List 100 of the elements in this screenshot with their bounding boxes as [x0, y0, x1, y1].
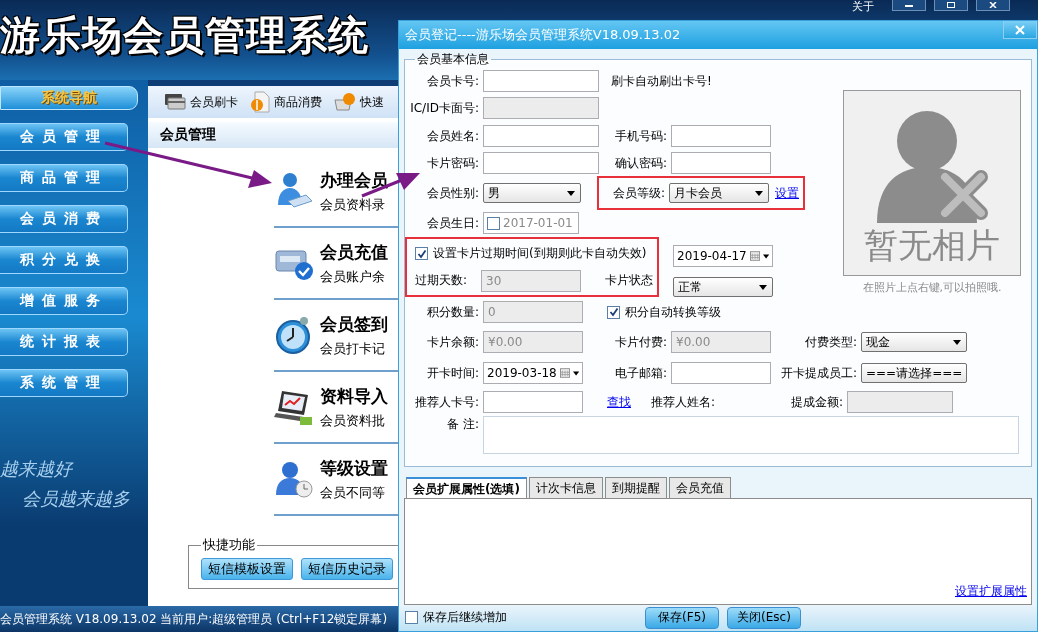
remark-field[interactable] [483, 416, 1019, 454]
quick-button[interactable]: 短信模板设置 [201, 558, 293, 580]
field-label: 会员性别: [425, 184, 479, 202]
toolbar-button[interactable]: 会员刷卡 [164, 93, 238, 111]
nav-button[interactable]: 统计报表 [0, 328, 128, 356]
tab[interactable]: 会员扩展属性(选填) [406, 477, 527, 499]
close-icon [1015, 24, 1025, 35]
minimize-icon [904, 2, 914, 8]
checkmark-icon [416, 248, 427, 259]
field-label: 会员生日: [425, 214, 479, 232]
maximize-icon [946, 2, 956, 8]
toolbar-button[interactable]: 商品消费 [250, 91, 322, 113]
checkmark-icon [608, 307, 619, 317]
no-photo-text: 暂无相片 [864, 224, 1000, 267]
dropdown[interactable]: 现金 [861, 332, 967, 352]
field-label: 会员等级: [611, 184, 665, 202]
field-label: 会员卡号: [425, 72, 479, 90]
field-label: 备 注: [446, 416, 479, 433]
date-picker[interactable]: 2019-03-18 [483, 362, 583, 384]
dialog-button[interactable]: 关闭(Esc) [727, 606, 801, 629]
field-label: 会员姓名: [425, 127, 479, 145]
tab[interactable]: 到期提醒 [604, 477, 667, 499]
settings-link[interactable]: 设置 [775, 184, 799, 202]
function-title[interactable]: 会员签到 [320, 312, 388, 336]
tab[interactable]: 计次卡信息 [528, 477, 603, 499]
close-icon [988, 2, 998, 8]
field-label: 过期天数: [415, 272, 469, 289]
date-picker[interactable]: 2019-04-17 [673, 245, 773, 267]
nav-button[interactable]: 会员管理 [0, 123, 128, 151]
section-header: 会员管理 [148, 122, 398, 148]
field-label: 卡片余额: [425, 333, 479, 351]
field-label: 卡片付费: [613, 333, 667, 351]
checkbox[interactable]: 设置卡片过期时间(到期则此卡自动失效) [415, 245, 647, 262]
hint-text: 刷卡自动刷出卡号! [611, 72, 712, 90]
field-label: 卡片状态 [604, 272, 653, 289]
field-label: 电子邮箱: [613, 364, 667, 382]
function-description: 会员打卡记 [320, 339, 386, 358]
maximize-button[interactable] [934, 0, 968, 11]
input-field[interactable] [483, 125, 599, 147]
user-clock-icon [274, 459, 314, 499]
function-title[interactable]: 资料导入 [320, 384, 388, 408]
function-title[interactable]: 办理会员 [320, 168, 388, 192]
calendar-icon[interactable] [749, 250, 760, 262]
function-description: 会员不同等 [320, 483, 386, 502]
field-label: 手机号码: [613, 127, 667, 145]
calendar-icon[interactable] [559, 367, 570, 379]
minimize-button[interactable] [892, 0, 926, 11]
caret-icon [567, 190, 575, 196]
input-field[interactable] [483, 70, 599, 92]
checkbox[interactable]: 积分自动转换等级 [607, 303, 721, 321]
dropdown[interactable]: ===请选择=== [861, 363, 967, 383]
checkbox[interactable]: 保存后继续增加 [405, 609, 507, 627]
caret-icon [755, 190, 763, 196]
field-label: 付费类型: [803, 333, 857, 351]
field-label: 确认密码: [613, 154, 667, 172]
field-label: 推荐人姓名: [649, 393, 715, 411]
dialog-title: 会员登记----游乐场会员管理系统V18.09.13.02 [405, 26, 681, 44]
field-label: 积分数量: [425, 303, 479, 321]
input-field[interactable] [483, 391, 583, 413]
function-title[interactable]: 会员充值 [320, 240, 388, 264]
basket-icon [334, 92, 356, 112]
nav-button[interactable]: 系统管理 [0, 369, 128, 397]
input-field[interactable] [671, 152, 771, 174]
field-label: 卡片密码: [425, 154, 479, 172]
toolbar-button[interactable]: 快速 [334, 92, 384, 112]
app-title: 游乐场会员管理系统 [0, 11, 369, 60]
nav-header: 系统导航 [0, 86, 138, 110]
caret-icon [572, 370, 579, 376]
function-description: 会员资料录 [320, 195, 386, 214]
group-title: 会员基本信息 [416, 51, 490, 68]
nav-button[interactable]: 积分兑换 [0, 246, 128, 274]
input-field[interactable] [671, 125, 771, 147]
field-label: 开卡提成员工: [779, 364, 857, 382]
dropdown[interactable]: 正常 [673, 277, 773, 297]
caret-icon [759, 284, 767, 290]
tab[interactable]: 会员充值 [668, 477, 731, 499]
caret-icon [762, 253, 769, 259]
input-field[interactable] [483, 152, 599, 174]
slogan-text: 越来越好 [0, 457, 75, 481]
quick-button[interactable]: 短信历史记录 [301, 558, 393, 580]
function-title[interactable]: 等级设置 [320, 456, 388, 480]
group-title: 快捷功能 [202, 536, 256, 554]
dropdown[interactable]: 男 [483, 183, 581, 203]
nav-button[interactable]: 增值服务 [0, 287, 128, 315]
function-description: 会员资料批 [320, 411, 386, 430]
field-label: 提成金额: [789, 393, 843, 411]
function-description: 会员账户余 [320, 267, 386, 286]
slogan-text: 会员越来越多 [22, 487, 131, 511]
dialog-button[interactable]: 保存(F5) [645, 606, 719, 629]
field-label: 推荐人卡号: [413, 393, 479, 411]
caret-icon [953, 339, 961, 345]
dropdown[interactable]: 月卡会员 [669, 183, 769, 203]
nav-button[interactable]: 商品管理 [0, 164, 128, 192]
extended-attributes-link[interactable]: 设置扩展属性 [955, 582, 1027, 600]
find-link[interactable]: 查找 [607, 393, 631, 411]
nav-button[interactable]: 会员消费 [0, 205, 128, 233]
input-field[interactable] [671, 362, 771, 384]
photo-caption: 在照片上点右键,可以拍照哦. [862, 280, 1002, 295]
close-button[interactable] [976, 0, 1010, 11]
about-link[interactable]: 关于 [852, 0, 874, 13]
